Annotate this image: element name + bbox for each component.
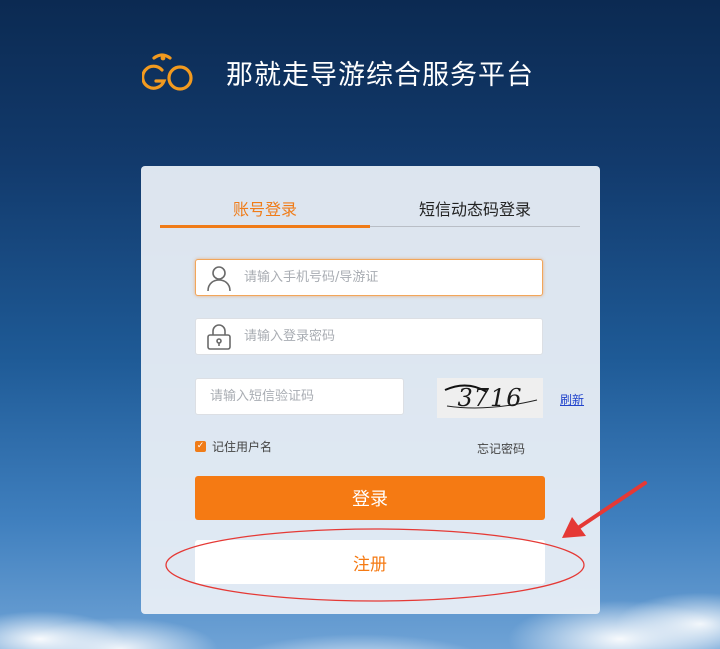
login-card: 账号登录 短信动态码登录 3716: [141, 166, 600, 614]
remember-label: 记住用户名: [212, 440, 273, 454]
page-header: 那就走导游综合服务平台: [142, 48, 534, 96]
lock-icon: [207, 323, 231, 350]
tab-account-login[interactable]: 账号登录: [160, 196, 370, 228]
register-button[interactable]: 注册: [195, 540, 545, 584]
captcha-text: 3716: [457, 384, 523, 412]
login-tabs: 账号登录 短信动态码登录: [160, 196, 580, 228]
login-button[interactable]: 登录: [195, 476, 545, 520]
sms-code-input[interactable]: [196, 388, 403, 405]
password-field: [195, 318, 543, 355]
remember-checkbox[interactable]: ✓: [195, 441, 206, 452]
go-logo-icon: [142, 53, 193, 91]
sms-code-field: [195, 378, 404, 415]
forgot-password-link[interactable]: 忘记密码: [477, 440, 525, 457]
account-field: [195, 259, 543, 296]
remember-username[interactable]: ✓ 记住用户名: [195, 438, 272, 455]
page-title: 那就走导游综合服务平台: [226, 59, 534, 91]
password-input[interactable]: [242, 328, 542, 345]
user-icon: [207, 265, 231, 291]
tab-sms-login[interactable]: 短信动态码登录: [370, 196, 580, 226]
captcha-image[interactable]: 3716: [437, 378, 543, 418]
account-input[interactable]: [242, 269, 542, 286]
refresh-captcha-link[interactable]: 刷新: [560, 391, 584, 408]
